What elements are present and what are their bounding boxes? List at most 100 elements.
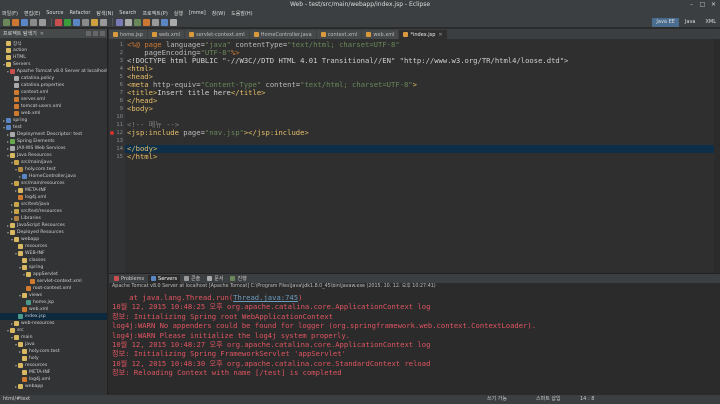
menu-item[interactable]: Source <box>46 10 63 16</box>
tree-item[interactable]: home.jsp <box>0 299 107 306</box>
editor-tab[interactable]: context.xml <box>316 30 362 39</box>
tree-item[interactable]: HTML <box>0 54 107 61</box>
tree-item[interactable]: context.xml <box>0 89 107 96</box>
tree-item[interactable]: server.xml <box>0 96 107 103</box>
tree-item[interactable]: ▾ holy.com.test <box>0 166 107 173</box>
tree-item[interactable]: ▾ Apache Tomcat v8.0 Server at localhost <box>0 68 107 75</box>
perspective-java[interactable]: Java <box>681 18 700 27</box>
tree-item[interactable]: index.jsp <box>0 313 107 320</box>
tree-item[interactable]: ▾ views <box>0 292 107 299</box>
tree-item[interactable]: classes <box>0 257 107 264</box>
tree-item[interactable]: holy <box>0 355 107 362</box>
vertical-scrollbar[interactable] <box>714 39 720 273</box>
tree-item[interactable]: ▾ Java Resources <box>0 152 107 159</box>
view-menu-icon[interactable] <box>100 31 105 36</box>
tree-item[interactable]: ▾ Servers <box>0 61 107 68</box>
editor-tab[interactable]: HomeController.java <box>249 30 316 39</box>
toolbar-button-icon[interactable] <box>125 18 132 26</box>
tree-item[interactable]: ▾ java <box>0 341 107 348</box>
perspective-xml[interactable]: XML <box>701 18 720 27</box>
toolbar-button-icon[interactable] <box>161 18 168 26</box>
toolbar-button-icon[interactable] <box>152 18 159 26</box>
menu-item[interactable]: 도움말(H) <box>231 10 252 17</box>
tree-item[interactable]: ▸ spring <box>0 117 107 124</box>
perspective-java-ee[interactable]: Java EE <box>652 18 679 27</box>
toolbar-button-icon[interactable] <box>55 18 62 26</box>
close-icon[interactable]: ✕ <box>40 31 44 37</box>
toolbar-button-icon[interactable] <box>100 18 107 26</box>
toolbar-button-icon[interactable] <box>91 18 98 26</box>
editor-tab[interactable]: servlet-context.xml <box>185 30 249 39</box>
toolbar-button-icon[interactable] <box>12 18 19 26</box>
toolbar-button-icon[interactable] <box>82 18 89 26</box>
console-tab[interactable]: Problems <box>111 275 147 283</box>
link-editor-icon[interactable] <box>93 31 98 36</box>
tree-item[interactable]: ▸ Deployment Descriptor: test <box>0 131 107 138</box>
menu-item[interactable]: 프로젝트(P) <box>142 10 167 17</box>
minimize-icon[interactable]: – <box>687 1 696 8</box>
collapse-all-icon[interactable] <box>86 31 91 36</box>
tree-item[interactable]: ▸ Libraries <box>0 215 107 222</box>
toolbar-button-icon[interactable] <box>134 18 141 26</box>
tree-item[interactable]: ▸ holy.com.test <box>0 348 107 355</box>
tree-item[interactable]: ▾ src <box>0 327 107 334</box>
tree-item[interactable]: servlet-context.xml <box>0 278 107 285</box>
toolbar-button-icon[interactable] <box>30 18 37 26</box>
tree-item[interactable]: ▸ JAX-WS Web Services <box>0 145 107 152</box>
close-icon[interactable]: ✕ <box>709 1 718 8</box>
tree-item[interactable]: ▾ resources <box>0 362 107 369</box>
close-icon[interactable]: ✕ <box>438 32 442 38</box>
console-tab[interactable]: Servers <box>148 274 181 283</box>
toolbar-button-icon[interactable] <box>3 18 10 26</box>
menu-item[interactable]: 편집(E) <box>24 10 40 17</box>
editor-tab[interactable]: web.xml <box>147 30 185 39</box>
menu-item[interactable]: 실행 <box>174 10 183 17</box>
stack-trace-link[interactable]: Thread.java:745 <box>233 293 298 302</box>
tree-item[interactable]: ▾ test <box>0 124 107 131</box>
tree-item[interactable]: tomcat-users.xml <box>0 103 107 110</box>
menu-item[interactable]: Refactor <box>69 10 90 16</box>
tree-item[interactable]: ▸ JavaScript Resources <box>0 222 107 229</box>
toolbar-button-icon[interactable] <box>64 18 71 26</box>
console-tab[interactable]: 콘솔 <box>181 275 203 283</box>
tree-item[interactable]: ▸ web-resources <box>0 320 107 327</box>
tree-item[interactable]: ▾ spring <box>0 264 107 271</box>
tree-item[interactable]: ▸ HomeController.java <box>0 173 107 180</box>
menu-item[interactable]: 창(W) <box>212 10 225 17</box>
toolbar-button-icon[interactable] <box>73 18 80 26</box>
code-editor[interactable]: 1 2 3 4 5 6 7 8 9 10 11 12 13 14 15 <%@ page language=… <box>109 39 720 273</box>
tree-item[interactable]: action <box>0 47 107 54</box>
tree-item[interactable]: web.xml <box>0 110 107 117</box>
tree-item[interactable]: ▾ src/main/resources <box>0 180 107 187</box>
tree-item[interactable]: ▾ main <box>0 334 107 341</box>
tree-item[interactable]: ▸ src/test/java <box>0 201 107 208</box>
tree-item[interactable]: ▸ Spring Elements <box>0 138 107 145</box>
toolbar-button-icon[interactable] <box>170 18 177 26</box>
tree-item[interactable]: ▸ META-INF <box>0 187 107 194</box>
toolbar-button-icon[interactable] <box>21 18 28 26</box>
toolbar-button-icon[interactable] <box>39 18 46 26</box>
console-tab[interactable]: 진행 <box>227 275 249 283</box>
editor-tab[interactable]: *index.jsp ✕ <box>399 30 447 39</box>
tree-item[interactable]: ▾ webapp <box>0 236 107 243</box>
toolbar-button-icon[interactable] <box>116 18 123 26</box>
tree-item[interactable]: resources <box>0 243 107 250</box>
menu-item[interactable]: [mme] <box>189 10 206 16</box>
menu-item[interactable]: Search <box>119 10 136 16</box>
editor-tab[interactable]: web.xml <box>362 30 399 39</box>
tree-item[interactable]: ▾ Deployed Resources <box>0 229 107 236</box>
menu-item[interactable]: 탐색(N) <box>96 10 113 17</box>
menu-item[interactable]: 파일(F) <box>2 10 18 17</box>
tree-item[interactable]: META-INF <box>0 369 107 376</box>
tree-item[interactable]: log4j.xml <box>0 376 107 383</box>
tree-item[interactable]: ▸ src/test/resources <box>0 208 107 215</box>
tree-item[interactable]: web.xml <box>0 306 107 313</box>
tree-item[interactable]: ▾ appServlet <box>0 271 107 278</box>
tree-item[interactable]: 장식 <box>0 40 107 47</box>
tree-item[interactable]: ▸ webapp <box>0 383 107 390</box>
tree-item[interactable]: ▾ WEB-INF <box>0 250 107 257</box>
editor-tab[interactable]: home.jsp <box>109 30 147 39</box>
breakpoint-icon[interactable] <box>110 131 114 135</box>
console-tab[interactable]: 문서 <box>204 275 226 283</box>
tree-item[interactable]: ▾ src/main/java <box>0 159 107 166</box>
